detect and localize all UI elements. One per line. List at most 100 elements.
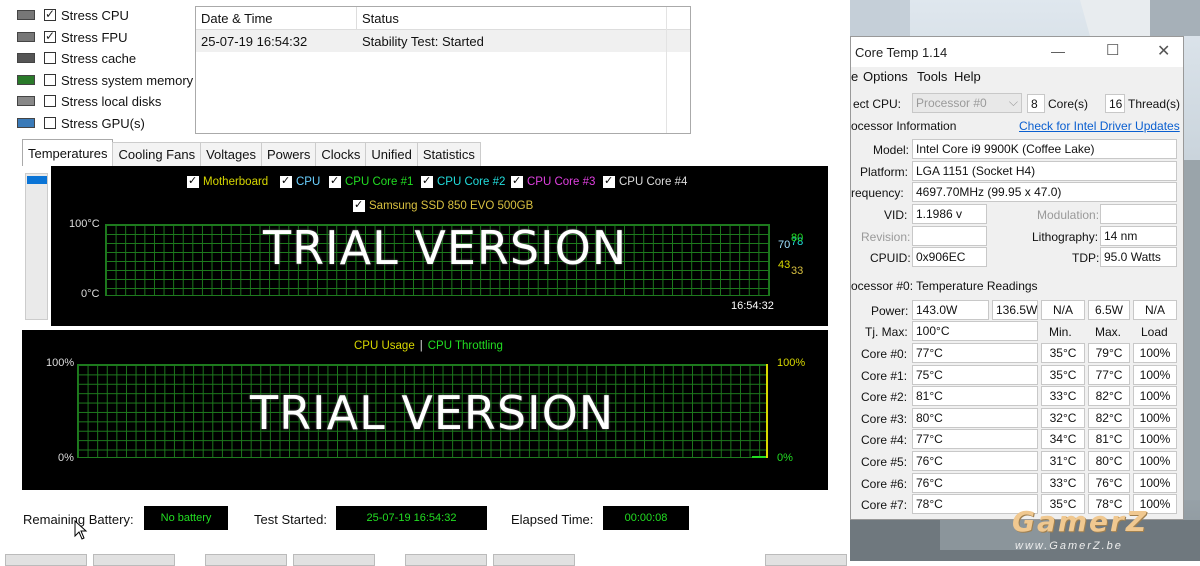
legend-item[interactable]: CPU Core #4 bbox=[603, 174, 687, 188]
minimize-icon[interactable]: — bbox=[1051, 43, 1065, 59]
coretemp-window: Core Temp 1.14 — ☐ ✕ e Options Tools Hel… bbox=[850, 36, 1184, 520]
bottom-button-6[interactable] bbox=[493, 554, 575, 566]
menu-options[interactable]: Options bbox=[863, 69, 908, 84]
title-bar[interactable]: Core Temp 1.14 — ☐ ✕ bbox=[851, 37, 1183, 67]
bottom-button-7[interactable] bbox=[765, 554, 847, 566]
stability-test-window: Stress CPU Stress FPU Stress cache Stress s… bbox=[0, 0, 850, 566]
table-row[interactable]: 25-07-19 16:54:32 Stability Test: Starte… bbox=[196, 30, 690, 52]
core-label: Core #7: bbox=[861, 498, 908, 513]
elapsed-label: Elapsed Time: bbox=[511, 512, 594, 527]
usage-line bbox=[766, 364, 768, 458]
graph-tabs: Temperatures Cooling Fans Voltages Powers Cl… bbox=[22, 139, 481, 166]
menu-help[interactable]: Help bbox=[954, 69, 981, 84]
legend-checkbox[interactable] bbox=[329, 174, 341, 188]
tab-clocks[interactable]: Clocks bbox=[315, 142, 367, 166]
cpuid-value: 0x906EC bbox=[912, 247, 987, 267]
tab-temperatures[interactable]: Temperatures bbox=[22, 139, 114, 166]
core-max: 76°C bbox=[1088, 472, 1130, 493]
legend-checkbox[interactable] bbox=[511, 174, 523, 188]
stress-option[interactable]: Stress CPU bbox=[16, 5, 129, 25]
bottom-button-4[interactable] bbox=[293, 554, 375, 566]
lithography-value: 14 nm bbox=[1100, 226, 1177, 246]
power-gpu: N/A bbox=[1133, 300, 1177, 320]
bottom-button-2[interactable] bbox=[93, 554, 175, 566]
legend-checkbox[interactable] bbox=[603, 174, 615, 188]
core-load: 100% bbox=[1133, 429, 1177, 450]
core-label: Core #2: bbox=[861, 390, 908, 405]
legend-item[interactable]: CPU bbox=[280, 174, 321, 188]
stress-option-label: Stress CPU bbox=[61, 7, 129, 23]
stress-option[interactable]: Stress local disks bbox=[16, 91, 161, 111]
processor-select[interactable]: Processor #0 ⌵ bbox=[912, 93, 1022, 113]
slider-thumb[interactable] bbox=[27, 176, 47, 184]
core-min: 35°C bbox=[1041, 343, 1085, 363]
stress-option[interactable]: Stress cache bbox=[16, 48, 136, 68]
graph-timestamp: 16:54:32 bbox=[731, 300, 774, 312]
legend-separator: | bbox=[419, 340, 423, 352]
core-temp: 75°C bbox=[912, 364, 1038, 385]
legend-checkbox[interactable] bbox=[421, 174, 433, 188]
tjmax-value: 100°C bbox=[912, 321, 1038, 341]
frequency-value: 4697.70MHz (99.95 x 47.0) bbox=[912, 182, 1177, 202]
chevron-down-icon: ⌵ bbox=[1008, 95, 1018, 109]
stress-checkbox[interactable] bbox=[44, 29, 56, 43]
legend-item[interactable]: CPU Core #1 bbox=[329, 174, 413, 188]
bottom-button-1[interactable] bbox=[5, 554, 87, 566]
graph-scroll-slider[interactable] bbox=[25, 173, 48, 320]
power-package: 143.0W bbox=[912, 300, 989, 320]
tab-statistics[interactable]: Statistics bbox=[416, 142, 481, 166]
bottom-button-3[interactable] bbox=[205, 554, 287, 566]
platform-label: Platform: bbox=[860, 165, 909, 179]
menu-partial[interactable]: e bbox=[851, 69, 858, 84]
core-load: 100% bbox=[1133, 343, 1177, 363]
tab-cooling-fans[interactable]: Cooling Fans bbox=[112, 142, 202, 166]
menu-tools[interactable]: Tools bbox=[917, 69, 947, 84]
legend-item[interactable]: CPU Core #3 bbox=[511, 174, 595, 188]
core-temp: 76°C bbox=[912, 472, 1038, 493]
vid-label: VID: bbox=[884, 208, 908, 222]
col-max: Max. bbox=[1095, 325, 1122, 339]
stress-option[interactable]: Stress GPU(s) bbox=[16, 113, 145, 133]
driver-update-link[interactable]: Check for Intel Driver Updates bbox=[1019, 119, 1180, 133]
stress-checkbox[interactable] bbox=[44, 117, 56, 129]
y-axis-bottom-label: 0°C bbox=[81, 288, 100, 300]
status-log-table[interactable]: Date & Time Status 25-07-19 16:54:32 Sta… bbox=[195, 6, 691, 134]
legend-item[interactable]: Motherboard bbox=[187, 174, 268, 188]
close-icon[interactable]: ✕ bbox=[1157, 41, 1170, 61]
cpuid-label: CPUID: bbox=[870, 251, 911, 265]
stress-option-label: Stress local disks bbox=[61, 93, 162, 109]
stress-checkbox[interactable] bbox=[44, 74, 56, 86]
stress-checkbox[interactable] bbox=[44, 7, 56, 21]
tab-powers[interactable]: Powers bbox=[260, 142, 317, 166]
processor-info-header: ocessor Information bbox=[851, 119, 957, 133]
core-temp: 77°C bbox=[912, 429, 1038, 450]
tab-voltages[interactable]: Voltages bbox=[200, 142, 262, 166]
bottom-button-5[interactable] bbox=[405, 554, 487, 566]
core-load: 100% bbox=[1133, 407, 1177, 428]
maximize-icon[interactable]: ☐ bbox=[1106, 41, 1119, 59]
tab-unified[interactable]: Unified bbox=[365, 142, 418, 166]
legend-checkbox[interactable] bbox=[280, 174, 292, 188]
revision-value bbox=[912, 226, 987, 246]
legend-cpu-throttling: CPU Throttling bbox=[427, 340, 503, 352]
stress-checkbox[interactable] bbox=[44, 52, 56, 64]
legend-item[interactable]: CPU Core #2 bbox=[421, 174, 506, 188]
y-axis-bottom-label: 0% bbox=[58, 452, 74, 464]
legend-label: CPU Core #2 bbox=[437, 176, 506, 188]
core-label: Core #1: bbox=[861, 368, 908, 383]
legend-label: CPU bbox=[296, 176, 321, 188]
elapsed-value: 00:00:08 bbox=[603, 506, 689, 530]
stress-option[interactable]: Stress system memory bbox=[16, 70, 193, 90]
legend-checkbox[interactable] bbox=[187, 174, 199, 188]
battery-value: No battery bbox=[144, 506, 228, 530]
legend-item[interactable]: Samsung SSD 850 EVO 500GB bbox=[353, 198, 534, 212]
stress-option[interactable]: Stress FPU bbox=[16, 27, 127, 47]
legend-label: Samsung SSD 850 EVO 500GB bbox=[369, 200, 534, 212]
core-min: 33°C bbox=[1041, 386, 1085, 407]
core-temp: 80°C bbox=[912, 407, 1038, 428]
readout-motherboard: 43 bbox=[778, 259, 791, 271]
legend-checkbox[interactable] bbox=[353, 198, 365, 212]
stress-checkbox[interactable] bbox=[44, 95, 56, 107]
col-header-status[interactable]: Status bbox=[357, 7, 404, 29]
col-header-datetime[interactable]: Date & Time bbox=[196, 7, 357, 29]
